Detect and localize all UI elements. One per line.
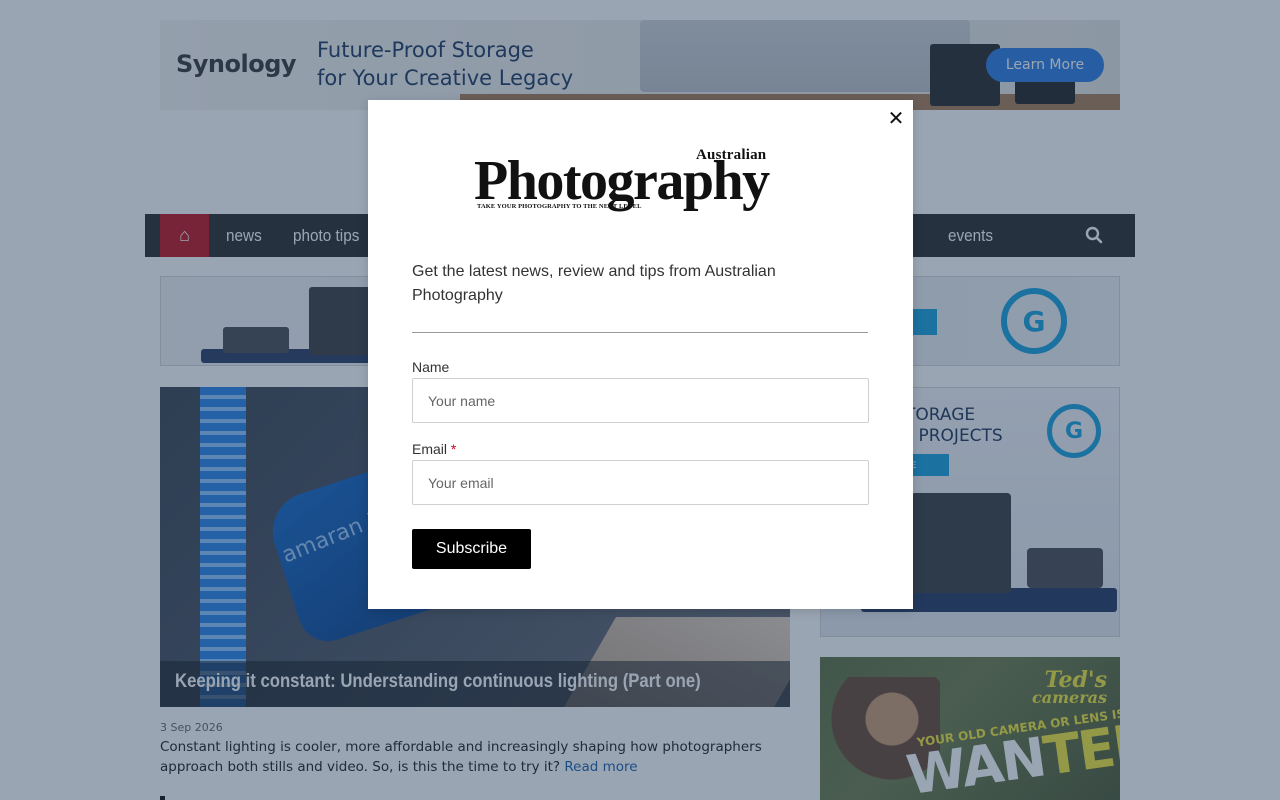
email-label-text: Email <box>412 441 448 457</box>
name-field-label: Name <box>412 359 450 375</box>
close-icon[interactable]: ✕ <box>886 106 906 130</box>
name-input[interactable] <box>412 378 869 423</box>
modal-intro-text: Get the latest news, review and tips fro… <box>412 263 776 304</box>
required-marker: * <box>450 441 457 457</box>
email-input[interactable] <box>412 460 869 505</box>
logo-photography: Photography <box>474 150 770 212</box>
newsletter-modal: ✕ Australian Photography TAKE YOUR PHOTO… <box>368 100 913 609</box>
subscribe-button[interactable]: Subscribe <box>412 529 531 569</box>
australian-photography-logo: Australian Photography TAKE YOUR PHOTOGR… <box>474 147 806 213</box>
logo-tagline: TAKE YOUR PHOTOGRAPHY TO THE NEXT LEVEL <box>477 203 642 210</box>
modal-divider <box>412 332 868 333</box>
email-field-label: Email * <box>412 441 456 457</box>
